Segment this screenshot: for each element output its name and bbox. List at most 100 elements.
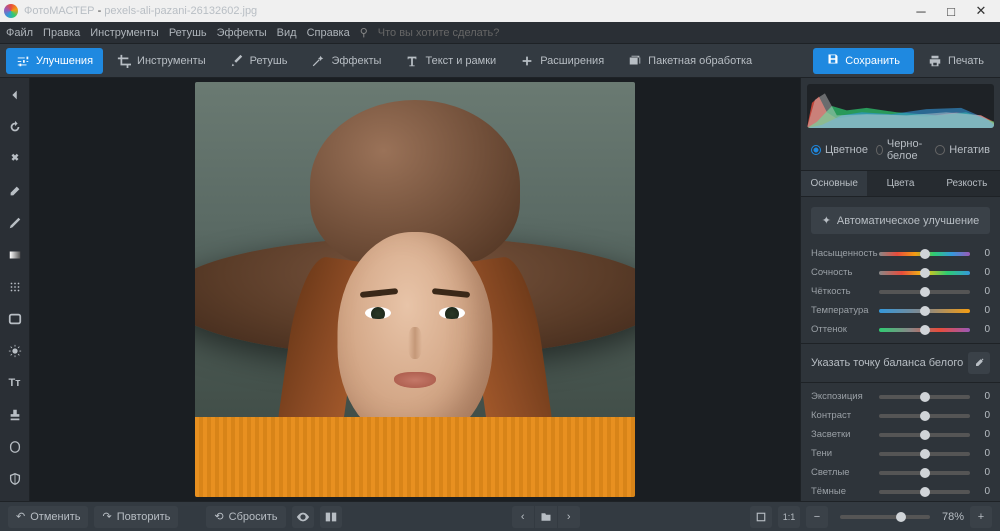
undo-icon: ↶ bbox=[16, 510, 25, 523]
redo-button[interactable]: ↷Повторить bbox=[94, 506, 178, 528]
toolbar: Улучшения Инструменты Ретушь Эффекты Тек… bbox=[0, 44, 1000, 78]
slider-track[interactable] bbox=[879, 309, 970, 313]
slider-Температура: Температура0 bbox=[801, 301, 1000, 320]
slider-Оттенок: Оттенок0 bbox=[801, 320, 1000, 339]
tab-enhance[interactable]: Улучшения bbox=[6, 48, 103, 74]
maximize-button[interactable]: □ bbox=[936, 0, 966, 22]
eyedropper-button[interactable] bbox=[968, 352, 990, 374]
menu-file[interactable]: Файл bbox=[6, 27, 33, 39]
left-toolbar: Tт bbox=[0, 78, 30, 501]
slider-value: 0 bbox=[976, 305, 990, 316]
next-button[interactable]: › bbox=[558, 506, 580, 528]
pen-icon[interactable] bbox=[4, 212, 26, 234]
slider-thumb[interactable] bbox=[920, 287, 930, 297]
tab-sharp[interactable]: Резкость bbox=[934, 171, 1000, 196]
slider-thumb[interactable] bbox=[920, 249, 930, 259]
heal-icon[interactable] bbox=[4, 148, 26, 170]
radio-icon bbox=[876, 145, 883, 155]
canvas[interactable] bbox=[30, 78, 800, 501]
print-button[interactable]: Печать bbox=[918, 48, 994, 74]
zoom-out-button[interactable]: − bbox=[806, 506, 828, 528]
browse-button[interactable] bbox=[535, 506, 557, 528]
tab-retouch[interactable]: Ретушь bbox=[220, 48, 298, 74]
slider-thumb[interactable] bbox=[920, 430, 930, 440]
tab-tools[interactable]: Инструменты bbox=[107, 48, 216, 74]
slider-thumb[interactable] bbox=[920, 411, 930, 421]
slider-thumb[interactable] bbox=[920, 449, 930, 459]
slider-track[interactable] bbox=[879, 252, 970, 256]
tab-text[interactable]: Текст и рамки bbox=[395, 48, 506, 74]
slider-track[interactable] bbox=[879, 395, 970, 399]
tab-extensions[interactable]: Расширения bbox=[510, 48, 614, 74]
mode-bw[interactable]: Черно-белое bbox=[876, 138, 927, 162]
slider-track[interactable] bbox=[879, 414, 970, 418]
search-hint[interactable]: Что вы хотите сделать? bbox=[378, 27, 500, 39]
tab-colors[interactable]: Цвета bbox=[867, 171, 933, 196]
face-icon[interactable] bbox=[4, 436, 26, 458]
slider-track[interactable] bbox=[879, 271, 970, 275]
slider-track[interactable] bbox=[879, 490, 970, 494]
tab-basic[interactable]: Основные bbox=[801, 171, 867, 196]
slider-track[interactable] bbox=[879, 290, 970, 294]
slider-value: 0 bbox=[976, 448, 990, 459]
menu-effects[interactable]: Эффекты bbox=[217, 27, 267, 39]
auto-enhance-button[interactable]: ✦Автоматическое улучшение bbox=[811, 207, 990, 234]
slider-track[interactable] bbox=[879, 328, 970, 332]
slider-thumb[interactable] bbox=[920, 468, 930, 478]
menu-edit[interactable]: Правка bbox=[43, 27, 80, 39]
menu-help[interactable]: Справка bbox=[307, 27, 350, 39]
slider-Тёмные: Тёмные0 bbox=[801, 482, 1000, 501]
slider-Тени: Тени0 bbox=[801, 444, 1000, 463]
slider-track[interactable] bbox=[879, 471, 970, 475]
mode-negative[interactable]: Негатив bbox=[935, 138, 990, 162]
save-button[interactable]: Сохранить bbox=[813, 48, 914, 74]
slider-thumb[interactable] bbox=[920, 325, 930, 335]
slider-track[interactable] bbox=[879, 452, 970, 456]
rotate-icon[interactable] bbox=[4, 116, 26, 138]
text-tool-icon[interactable]: Tт bbox=[4, 372, 26, 394]
right-panel: Цветное Черно-белое Негатив Основные Цве… bbox=[800, 78, 1000, 501]
reset-button[interactable]: ⟲Сбросить bbox=[206, 506, 285, 528]
tab-batch[interactable]: Пакетная обработка bbox=[618, 48, 762, 74]
slider-label: Тёмные bbox=[811, 486, 873, 497]
adjust-tabs: Основные Цвета Резкость bbox=[801, 171, 1000, 197]
slider-thumb[interactable] bbox=[920, 487, 930, 497]
slider-value: 0 bbox=[976, 286, 990, 297]
pattern-icon[interactable] bbox=[4, 276, 26, 298]
redo-icon: ↷ bbox=[102, 510, 111, 523]
mode-color[interactable]: Цветное bbox=[811, 138, 868, 162]
preview-toggle[interactable] bbox=[292, 506, 314, 528]
gradient-icon[interactable] bbox=[4, 244, 26, 266]
slider-Светлые: Светлые0 bbox=[801, 463, 1000, 482]
menu-retouch[interactable]: Ретушь bbox=[169, 27, 207, 39]
stamp-icon[interactable] bbox=[4, 404, 26, 426]
histogram[interactable] bbox=[807, 84, 994, 128]
slider-thumb[interactable] bbox=[896, 512, 906, 522]
search-icon[interactable]: ⚲ bbox=[360, 26, 368, 39]
titlebar: ФотоМАСТЕР - pexels-ali-pazani-26132602.… bbox=[0, 0, 1000, 22]
slider-thumb[interactable] bbox=[920, 306, 930, 316]
menu-view[interactable]: Вид bbox=[277, 27, 297, 39]
fit-button[interactable] bbox=[750, 506, 772, 528]
slider-track[interactable] bbox=[879, 433, 970, 437]
undo-button[interactable]: ↶Отменить bbox=[8, 506, 88, 528]
shield-icon[interactable] bbox=[4, 468, 26, 490]
tab-effects[interactable]: Эффекты bbox=[301, 48, 391, 74]
slider-value: 0 bbox=[976, 391, 990, 402]
paintbrush-icon[interactable] bbox=[4, 180, 26, 202]
vignette-icon[interactable] bbox=[4, 308, 26, 330]
zoom-in-button[interactable]: + bbox=[970, 506, 992, 528]
menu-tools[interactable]: Инструменты bbox=[90, 27, 159, 39]
arrow-back-icon[interactable] bbox=[4, 84, 26, 106]
compare-toggle[interactable] bbox=[320, 506, 342, 528]
zoom-slider[interactable] bbox=[840, 515, 930, 519]
light-icon[interactable] bbox=[4, 340, 26, 362]
actual-size-button[interactable]: 1:1 bbox=[778, 506, 800, 528]
slider-value: 0 bbox=[976, 324, 990, 335]
close-button[interactable]: ✕ bbox=[966, 0, 996, 22]
minimize-button[interactable]: ─ bbox=[906, 0, 936, 22]
slider-thumb[interactable] bbox=[920, 392, 930, 402]
slider-thumb[interactable] bbox=[920, 268, 930, 278]
slider-value: 0 bbox=[976, 267, 990, 278]
prev-button[interactable]: ‹ bbox=[512, 506, 534, 528]
